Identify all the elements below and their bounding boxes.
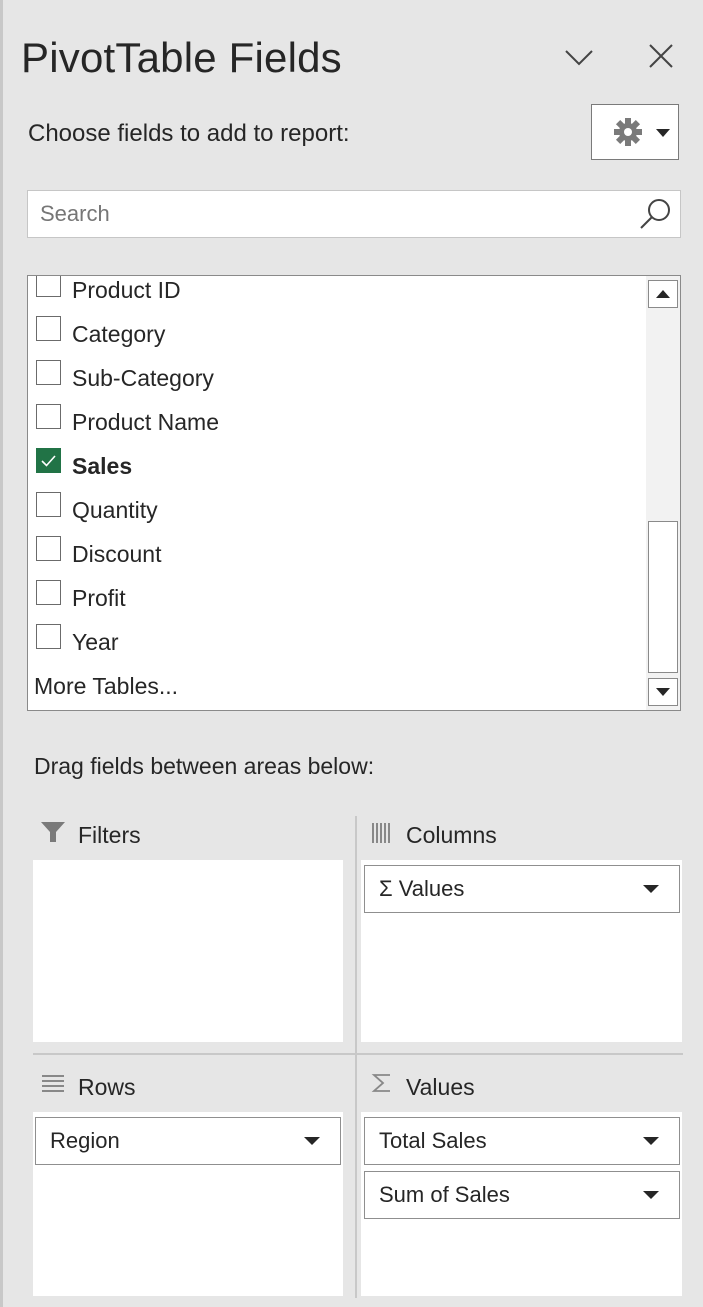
- values-area-title: Values: [406, 1074, 475, 1100]
- triangle-up-icon: [656, 290, 670, 298]
- pill-label: Σ Values: [379, 876, 465, 901]
- field-label: Profit: [72, 584, 126, 611]
- field-label: Sales: [72, 452, 133, 479]
- triangle-down-icon: [656, 688, 670, 696]
- panel-title: PivotTable Fields: [21, 34, 342, 81]
- field-item-sales[interactable]: Sales: [36, 444, 132, 488]
- scrollbar-thumb[interactable]: [648, 521, 678, 673]
- field-checkbox[interactable]: [36, 315, 61, 341]
- field-checkbox[interactable]: [36, 403, 61, 429]
- field-checkbox[interactable]: [36, 491, 61, 517]
- more-tables-link[interactable]: More Tables...: [34, 673, 178, 700]
- field-label: Category: [72, 320, 166, 347]
- drag-fields-label: Drag fields between areas below:: [34, 753, 375, 779]
- search-icon[interactable]: [638, 197, 672, 231]
- dropdown-arrow-icon[interactable]: [304, 1137, 320, 1145]
- dropdown-arrow-icon[interactable]: [643, 1137, 659, 1145]
- rows-region-item[interactable]: Region: [35, 1117, 341, 1165]
- field-item-quantity[interactable]: Quantity: [36, 488, 158, 532]
- close-icon[interactable]: [645, 40, 677, 72]
- field-label: Discount: [72, 540, 162, 567]
- field-item-sub-category[interactable]: Sub-Category: [36, 356, 214, 400]
- panel-left-border: [0, 0, 3, 1307]
- field-label: Product Name: [72, 408, 220, 435]
- area-horizontal-divider: [33, 1053, 683, 1055]
- search-box[interactable]: [27, 190, 681, 238]
- pill-label: Sum of Sales: [379, 1182, 510, 1207]
- columns-area-title: Columns: [406, 822, 497, 848]
- field-item-year[interactable]: Year: [36, 620, 118, 664]
- dropdown-arrow-icon[interactable]: [643, 1191, 659, 1199]
- field-checkbox[interactable]: [36, 579, 61, 605]
- field-settings-button[interactable]: [591, 104, 679, 160]
- field-label: Product ID: [72, 276, 181, 303]
- checkmark-icon: [41, 454, 56, 467]
- scroll-down-button[interactable]: [648, 678, 678, 706]
- field-checkbox[interactable]: [36, 623, 61, 649]
- field-checkbox[interactable]: [36, 359, 61, 385]
- field-item-product-name[interactable]: Product Name: [36, 400, 219, 444]
- filter-icon: [40, 820, 66, 849]
- rows-area-title: Rows: [78, 1074, 136, 1100]
- field-item-product-id[interactable]: Product ID: [36, 276, 181, 312]
- field-label: Year: [72, 628, 119, 655]
- rows-icon: [42, 1074, 64, 1099]
- filters-drop-area[interactable]: [33, 860, 343, 1042]
- search-input[interactable]: [40, 200, 630, 228]
- field-list: Product ID Category Sub-Category Product…: [27, 275, 681, 711]
- gear-icon: [614, 118, 670, 146]
- sigma-icon: [371, 1072, 393, 1099]
- choose-fields-label: Choose fields to add to report:: [28, 120, 350, 147]
- pill-label: Total Sales: [379, 1128, 487, 1153]
- scroll-up-button[interactable]: [648, 280, 678, 308]
- area-vertical-divider: [355, 816, 357, 1298]
- field-item-profit[interactable]: Profit: [36, 576, 126, 620]
- columns-icon: [371, 822, 393, 849]
- columns-values-item[interactable]: Σ Values: [364, 865, 680, 913]
- values-sum-of-sales-item[interactable]: Sum of Sales: [364, 1171, 680, 1219]
- pill-label: Region: [50, 1128, 120, 1153]
- field-item-category[interactable]: Category: [36, 312, 165, 356]
- field-checkbox[interactable]: [36, 535, 61, 561]
- field-checkbox[interactable]: [36, 276, 61, 297]
- field-label: Quantity: [72, 496, 158, 523]
- field-label: Sub-Category: [72, 364, 214, 391]
- field-checkbox-checked[interactable]: [36, 447, 61, 473]
- field-item-discount[interactable]: Discount: [36, 532, 161, 576]
- values-total-sales-item[interactable]: Total Sales: [364, 1117, 680, 1165]
- chevron-down-icon[interactable]: [562, 40, 596, 74]
- dropdown-arrow-icon[interactable]: [643, 885, 659, 893]
- filters-area-title: Filters: [78, 822, 141, 848]
